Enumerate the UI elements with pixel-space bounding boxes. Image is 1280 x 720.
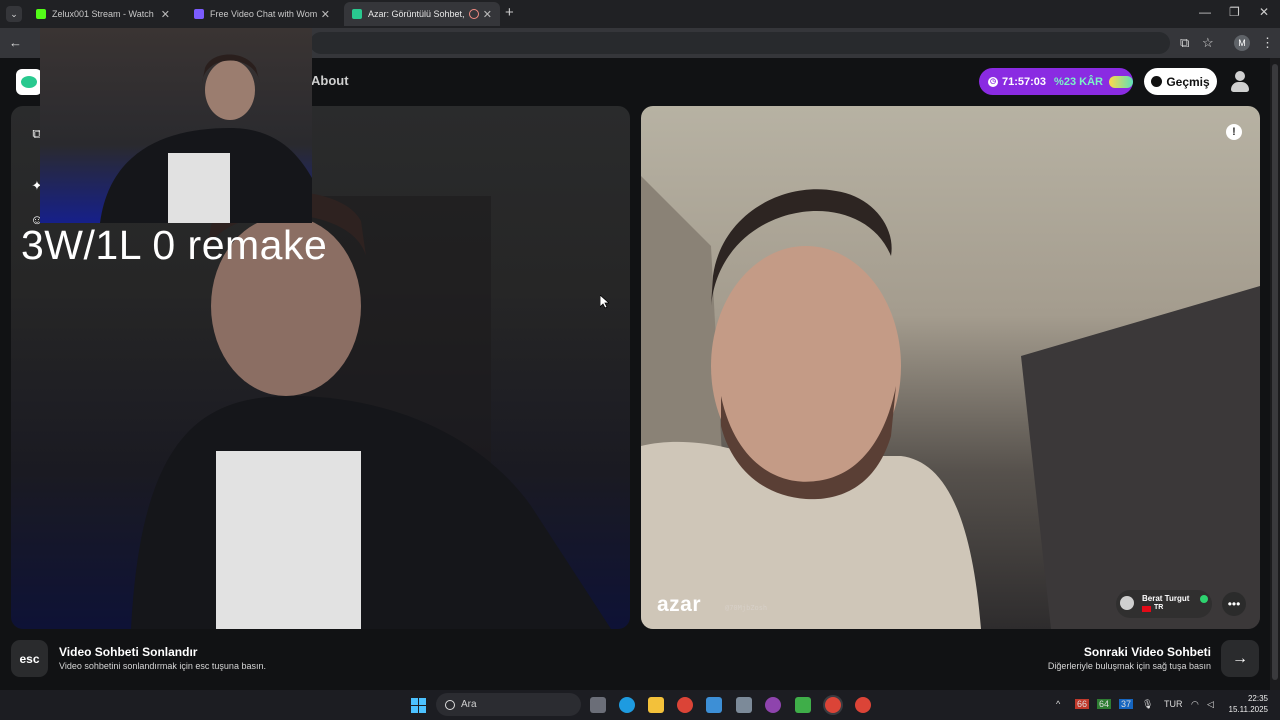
restore-icon[interactable]: ❐ — [1229, 5, 1240, 19]
peer-video-figure — [641, 176, 1260, 629]
close-window-icon[interactable]: ✕ — [1259, 5, 1269, 19]
wifi-icon[interactable]: ◠ — [1191, 699, 1199, 710]
azar-favicon-icon — [352, 9, 362, 19]
azar-logo-icon — [21, 76, 37, 88]
taskbar-search-placeholder: Ara — [461, 699, 477, 710]
peer-avatar — [1120, 596, 1134, 610]
peer-profile-card[interactable]: Berat Turgut TR — [1116, 590, 1212, 618]
input-language[interactable]: TUR — [1164, 699, 1183, 709]
tab-free-video-chat[interactable]: Free Video Chat with Women - ✕ — [186, 2, 338, 26]
browser-menu-icon[interactable]: ⋮ — [1261, 35, 1274, 51]
profile-avatar[interactable]: M — [1234, 35, 1250, 51]
search-icon — [445, 699, 455, 710]
close-tab-icon[interactable]: ✕ — [483, 8, 492, 21]
tab-title: Azar: Görüntülü Sohbet, Ye — [368, 9, 466, 19]
history-button[interactable]: Geçmiş — [1144, 68, 1217, 95]
chrome-profile-2-icon[interactable] — [855, 697, 871, 713]
kick-favicon-icon — [36, 9, 46, 19]
windows-taskbar: Ara ^ 66 64 37 🎙 TUR ◠ ◁ 22:35 15.11.202… — [0, 690, 1280, 720]
next-chat-button[interactable]: → — [1221, 640, 1259, 677]
store-icon[interactable] — [706, 697, 722, 713]
edge-browser-icon[interactable] — [619, 697, 635, 713]
promo-timer-pill[interactable]: ◷ 71:57:03 %23 KÂR — [979, 68, 1133, 95]
calculator-icon[interactable] — [736, 697, 752, 713]
tab-title: Free Video Chat with Women - — [210, 9, 317, 19]
peer-name: Berat Turgut — [1142, 594, 1190, 603]
site-favicon-icon — [194, 9, 204, 19]
promo-discount: %23 KÂR — [1054, 75, 1103, 88]
close-tab-icon[interactable]: ✕ — [161, 8, 170, 21]
tray-overflow-icon[interactable]: ^ — [1056, 699, 1060, 709]
tab-search-button[interactable]: ⌄ — [6, 6, 22, 22]
task-view-icon[interactable] — [590, 697, 606, 713]
browser-tabstrip: ⌄ Zelux001 Stream - Watch Live ✕ Free Vi… — [0, 0, 1280, 28]
next-chat-description: Diğerleriyle buluşmak için sağ tuşa bası… — [1047, 661, 1211, 671]
clock-time: 22:35 — [1247, 694, 1268, 703]
peer-video — [641, 106, 1260, 629]
turkey-flag-icon — [1142, 606, 1151, 612]
end-chat-description: Video sohbetini sonlandırmak için esc tu… — [59, 661, 266, 671]
recording-indicator-icon — [468, 9, 479, 19]
media-app-icon[interactable] — [765, 697, 781, 713]
chat-bubble-button[interactable]: ••• — [1222, 592, 1246, 616]
user-account-icon[interactable] — [1230, 71, 1250, 93]
taskbar-clock[interactable]: 22:35 15.11.2025 — [1226, 693, 1268, 715]
volume-icon[interactable]: ◁ — [1207, 699, 1214, 710]
chrome-icon[interactable] — [677, 697, 693, 713]
peer-user-id: @70MjbZosh — [725, 604, 768, 612]
back-arrow-icon[interactable]: ← — [9, 35, 22, 51]
scrollbar-thumb[interactable] — [1272, 64, 1278, 680]
taskbar-search[interactable]: Ara — [436, 693, 581, 716]
mouse-cursor-icon — [600, 295, 609, 309]
tray-badge[interactable]: 64 — [1097, 699, 1112, 709]
arrow-right-icon: → — [1232, 649, 1248, 667]
next-chat-title: Sonraki Video Sohbeti — [1083, 645, 1211, 659]
address-bar[interactable] — [310, 32, 1170, 54]
history-clock-icon — [1151, 76, 1163, 87]
promo-timer: 71:57:03 — [1002, 75, 1047, 88]
azar-logo[interactable] — [16, 69, 42, 95]
tab-azar[interactable]: Azar: Görüntülü Sohbet, Ye ✕ — [344, 2, 500, 26]
tab-title: Zelux001 Stream - Watch Live — [52, 9, 157, 19]
file-explorer-icon[interactable] — [648, 697, 664, 713]
history-label: Geçmiş — [1166, 74, 1210, 89]
end-chat-esc-button[interactable]: esc — [11, 640, 48, 677]
page-scrollbar[interactable] — [1270, 58, 1280, 690]
windows-start-icon[interactable] — [411, 698, 426, 713]
end-chat-title: Video Sohbeti Sonlandır — [59, 645, 198, 659]
nav-about-link[interactable]: About — [311, 73, 349, 88]
chrome-profile-m-icon[interactable] — [825, 697, 841, 713]
new-tab-button[interactable]: + — [505, 5, 514, 21]
microphone-icon[interactable]: 🎙 — [1142, 699, 1153, 710]
android-app-icon[interactable] — [795, 697, 811, 713]
clock-date: 15.11.2025 — [1228, 705, 1268, 714]
tab-zelux-stream[interactable]: Zelux001 Stream - Watch Live ✕ — [28, 2, 178, 26]
report-icon[interactable]: ! — [1226, 124, 1242, 140]
tray-badge[interactable]: 37 — [1119, 699, 1134, 709]
peer-country: TR — [1154, 604, 1164, 611]
tray-badge[interactable]: 66 — [1075, 699, 1090, 709]
minimize-icon[interactable]: — — [1199, 5, 1211, 19]
bookmark-star-icon[interactable]: ☆ — [1202, 35, 1214, 51]
gems-icon — [1108, 75, 1133, 88]
azar-watermark: azar — [657, 593, 702, 616]
streamer-webcam-overlay — [40, 28, 312, 223]
cast-icon[interactable]: ⧉ — [1180, 35, 1189, 51]
streamer-webcam-figure — [100, 54, 312, 223]
stream-score-overlay: 3W/1L 0 remake — [21, 222, 328, 268]
clock-icon: ◷ — [988, 76, 998, 87]
verified-badge-icon — [1200, 595, 1208, 603]
close-tab-icon[interactable]: ✕ — [321, 8, 330, 21]
